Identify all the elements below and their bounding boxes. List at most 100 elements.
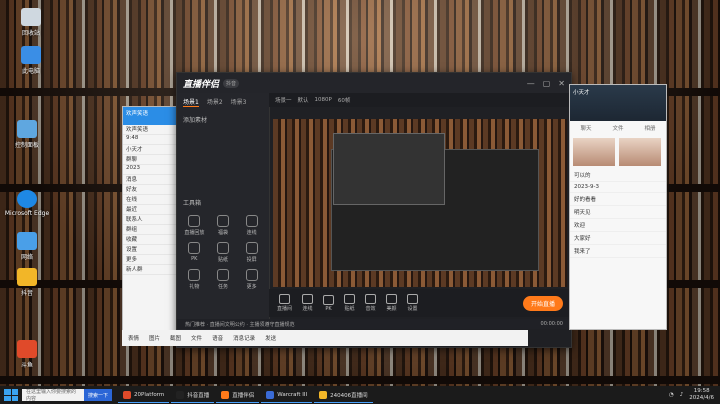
- bottom-bar-button[interactable]: 连线: [302, 294, 314, 312]
- taskbar-app-label: 直播伴侣: [232, 392, 255, 399]
- tool-item[interactable]: 连线: [238, 215, 265, 236]
- edge-icon[interactable]: Microsoft Edge: [4, 190, 50, 217]
- chat-list-item[interactable]: 收藏: [123, 235, 177, 245]
- chat-list-item[interactable]: 最近: [123, 205, 177, 215]
- windows-start-icon[interactable]: [4, 389, 18, 401]
- clock[interactable]: 19:58 2024/4/6: [689, 388, 714, 402]
- tab-scene-1[interactable]: 场景1: [183, 97, 199, 107]
- douyin-icon[interactable]: 抖音: [4, 268, 50, 297]
- chat-list-item[interactable]: 更多: [123, 255, 177, 265]
- clock-time: 19:58: [693, 388, 710, 394]
- chat-list-item[interactable]: 消息: [123, 175, 177, 185]
- taskbar-app[interactable]: 直播伴侣: [216, 388, 260, 403]
- taskbar-app[interactable]: Warcraft III: [261, 388, 313, 403]
- chat-toolbar-item[interactable]: 发送: [265, 334, 276, 342]
- scene-toolbar-item[interactable]: 1080P: [315, 97, 332, 103]
- tool-item[interactable]: 任务: [210, 269, 237, 290]
- chat-list-item[interactable]: 好友: [123, 185, 177, 195]
- minimize-icon[interactable]: —: [527, 79, 535, 88]
- tool-icon: [188, 242, 201, 254]
- nested-app-capture: [333, 133, 445, 205]
- taskbar-app[interactable]: 20Platform: [118, 388, 170, 403]
- chat-list-item[interactable]: 在线: [123, 195, 177, 205]
- add-source-button[interactable]: 添加素材: [177, 111, 269, 128]
- chat-toolbar-item[interactable]: 消息记录: [233, 334, 255, 342]
- chat-toolbar-item[interactable]: 语音: [212, 334, 223, 342]
- photo-thumbnail[interactable]: [619, 138, 661, 166]
- photo-thumbnail[interactable]: [573, 138, 615, 166]
- douyu-icon[interactable]: 斗鱼: [4, 340, 50, 369]
- bottom-bar-label: 直播间: [277, 306, 293, 312]
- bottom-bar-button[interactable]: PK: [323, 294, 335, 312]
- recycle-bin-icon[interactable]: 回收站: [8, 8, 54, 37]
- chat-list-item[interactable]: 小天才: [123, 145, 177, 155]
- taskbar-app-icon: [319, 390, 328, 399]
- chat-toolbar-item[interactable]: 图片: [149, 334, 160, 342]
- toolbox-grid: 直播回放 福袋 连线 PK 贴纸 投屏礼物 任务 更多: [177, 211, 269, 294]
- taskbar-search-input[interactable]: 在这里输入你要搜索的内容: [22, 389, 84, 402]
- tool-item[interactable]: PK: [181, 242, 208, 263]
- chat-input-toolbar: 表情 图片 截图 文件 语音 消息记录 发送: [122, 330, 528, 346]
- desktop-icon-label: 控制面板: [14, 142, 39, 149]
- chat-toolbar-item[interactable]: 表情: [128, 334, 139, 342]
- chat-list-window: 欢声笑语 欢声笑语 9:48 小天才 群聊 2023 消息 好友 在线 最近 联系人 群组 收藏 设置更…: [122, 106, 178, 344]
- chat-toolbar-item[interactable]: 文件: [191, 334, 202, 342]
- this-pc-icon[interactable]: 此电脑: [8, 46, 54, 75]
- system-tray: ◔ ♪ 19:58 2024/4/6: [669, 388, 720, 402]
- chat-list-item[interactable]: 2023: [123, 165, 177, 175]
- tool-item[interactable]: 直播回放: [181, 215, 208, 236]
- chat-list-item[interactable]: 群组: [123, 225, 177, 235]
- status-text: 热门推荐 · 直播间文明公约 · 主播须遵守直播规范: [185, 321, 295, 328]
- tab-scene-3[interactable]: 场景3: [231, 97, 247, 107]
- bottom-bar-icon: [302, 294, 314, 304]
- scene-toolbar-item[interactable]: 场景一: [275, 96, 292, 104]
- streaming-app-window: 直播伴侣 抖音 — ▢ ✕ 场景1 场景2 场景3 添加素材 工具箱 直播回放 福…: [176, 72, 572, 348]
- network-icon[interactable]: 网络: [4, 232, 50, 261]
- chat-list-item[interactable]: 新人群: [123, 265, 177, 275]
- stream-preview[interactable]: [273, 119, 567, 287]
- taskbar-app[interactable]: 240406直播间: [314, 388, 373, 403]
- tab-chat[interactable]: 聊天: [580, 124, 591, 132]
- bottom-bar-button[interactable]: 贴纸: [344, 294, 356, 312]
- tool-item[interactable]: 福袋: [210, 215, 237, 236]
- bottom-bar-button[interactable]: 美颜: [386, 294, 398, 312]
- bottom-bar-button[interactable]: 设置: [407, 294, 419, 312]
- bottom-bar-button[interactable]: 直播间: [277, 294, 292, 312]
- chat-list-item[interactable]: 9:48: [123, 135, 177, 145]
- tab-scene-2[interactable]: 场景2: [207, 97, 223, 107]
- chat-list-item[interactable]: 联系人: [123, 215, 177, 225]
- chat-window-header: 小天才: [570, 85, 666, 121]
- tool-label: 投屏: [246, 257, 257, 263]
- taskbar: 在这里输入你要搜索的内容 搜索一下 20Platform 抖音直播 直播伴侣 Warc…: [0, 386, 720, 404]
- chat-list-item[interactable]: 群聊: [123, 155, 177, 165]
- taskbar-apps: 20Platform 抖音直播 直播伴侣 Warcraft III 240406直播间: [118, 388, 375, 403]
- bottom-bar-button[interactable]: 音效: [365, 294, 377, 312]
- control-panel-icon[interactable]: 控制面板: [4, 120, 50, 149]
- close-icon[interactable]: ✕: [558, 79, 565, 88]
- volume-icon[interactable]: ♪: [680, 392, 684, 398]
- tool-item[interactable]: 投屏: [238, 242, 265, 263]
- tab-album[interactable]: 相册: [644, 124, 655, 132]
- tool-item[interactable]: 更多: [238, 269, 265, 290]
- recycle-bin-glyph: [21, 8, 41, 26]
- taskbar-app[interactable]: 抖音直播: [171, 388, 215, 403]
- start-live-button[interactable]: 开始直播: [522, 295, 563, 311]
- tool-item[interactable]: 礼物: [181, 269, 208, 290]
- scene-toolbar-item[interactable]: 60帧: [338, 96, 351, 104]
- douyu-glyph: [17, 340, 37, 358]
- network-tray-icon[interactable]: ◔: [669, 392, 674, 398]
- desktop-icon-label: 斗鱼: [20, 362, 33, 369]
- photo-thumbnails: [570, 135, 666, 169]
- tab-files[interactable]: 文件: [612, 124, 623, 132]
- edge-glyph: [17, 190, 37, 208]
- tool-item[interactable]: 贴纸: [210, 242, 237, 263]
- bottom-bar-icon: [386, 294, 398, 304]
- search-button[interactable]: 搜索一下: [84, 389, 113, 401]
- maximize-icon[interactable]: ▢: [543, 79, 551, 88]
- tool-label: 福袋: [217, 230, 228, 236]
- chat-list-item[interactable]: 设置: [123, 245, 177, 255]
- chat-toolbar-item[interactable]: 截图: [170, 334, 181, 342]
- bottom-bar-label: 音效: [365, 306, 376, 312]
- scene-toolbar-item[interactable]: 默认: [298, 96, 309, 104]
- chat-list-item[interactable]: 欢声笑语: [123, 125, 177, 135]
